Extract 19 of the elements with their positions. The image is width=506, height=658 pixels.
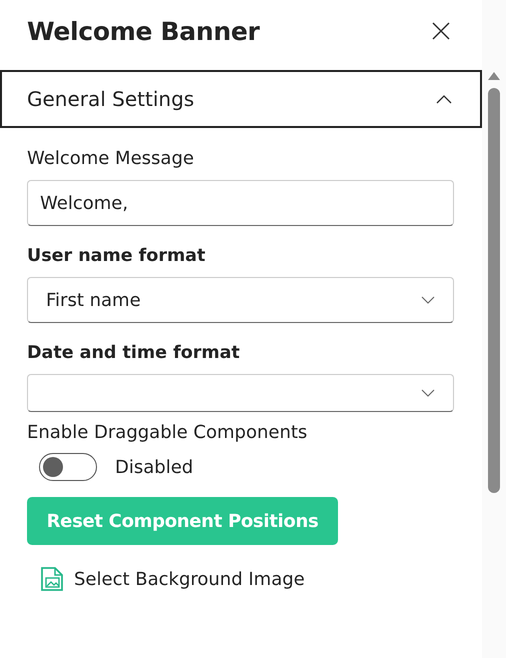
select-image-link[interactable]: Select Background Image [27, 567, 305, 591]
field-label: User name format [27, 246, 206, 266]
image-file-icon [40, 567, 64, 591]
section-header[interactable]: General Settings [0, 70, 482, 128]
scroll-up-icon[interactable] [488, 72, 500, 80]
dropdown-field[interactable] [27, 374, 454, 412]
field-label: Enable Draggable Components [27, 422, 308, 443]
toggle-state: Disabled [115, 456, 194, 478]
dropdown-field[interactable]: First name [27, 277, 454, 323]
toggle-switch[interactable] [39, 453, 97, 481]
field-label: Date and time format [27, 343, 241, 363]
scrollbar-thumb[interactable] [488, 88, 500, 493]
field-label: Welcome Message [27, 148, 195, 169]
chevron-icon [436, 94, 452, 104]
chevron-down-icon [421, 389, 435, 397]
panel-title: Welcome Banner [27, 16, 260, 46]
close-icon[interactable] [432, 22, 450, 40]
chevron-down-icon [421, 296, 435, 304]
input-field[interactable]: Welcome, [27, 180, 454, 226]
